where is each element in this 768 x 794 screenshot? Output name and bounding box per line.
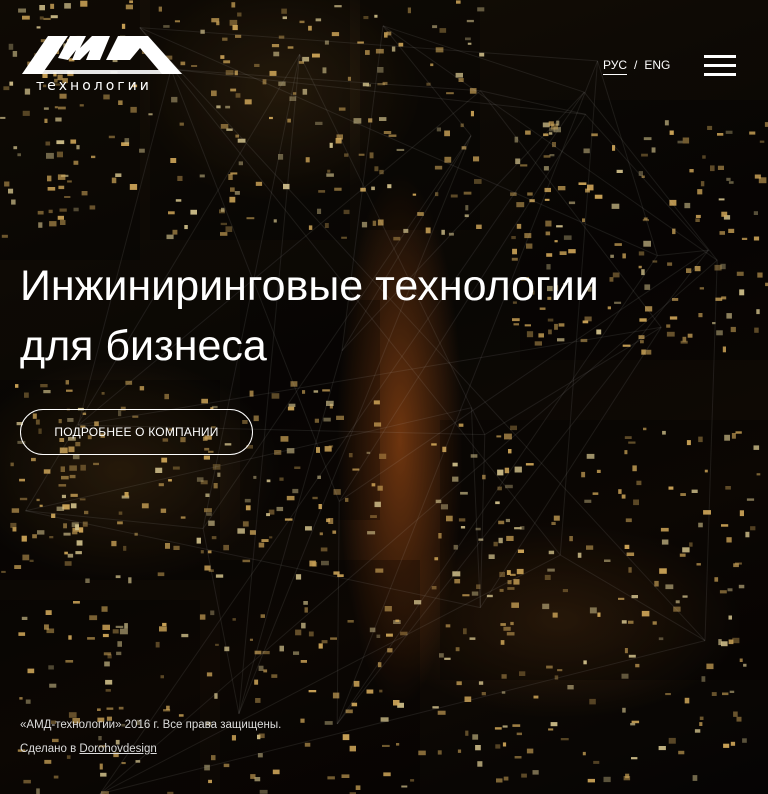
made-by-text: Сделано в Dorohovdesign [20, 741, 281, 765]
about-company-button[interactable]: ПОДРОБНЕЕ О КОМПАНИИ [20, 409, 253, 455]
logo-subtitle: технологии [36, 78, 152, 94]
menu-bar [704, 73, 736, 76]
language-en-link[interactable]: ENG [644, 58, 670, 72]
dorohovdesign-link[interactable]: Dorohovdesign [79, 743, 156, 755]
headline-line-2: для бизнеса [20, 322, 267, 370]
language-ru-link[interactable]: РУС [603, 58, 628, 75]
amd-logo-icon [22, 36, 182, 74]
menu-bar [704, 64, 736, 67]
language-switcher: РУС / ENG [603, 58, 670, 75]
hero-headline: Инжиниринговые технологии для бизнеса [20, 256, 720, 376]
hamburger-menu-icon[interactable] [704, 55, 736, 77]
copyright-text: «АМД-технологии» 2016 г. Все права защищ… [20, 719, 282, 731]
headline-line-1: Инжиниринговые технологии [20, 262, 599, 310]
menu-bar [704, 55, 736, 58]
footer: «АМД-технологии» 2016 г. Все права защищ… [20, 717, 281, 765]
made-by-prefix: Сделано в [20, 743, 77, 755]
hero-background-image [0, 0, 768, 794]
company-logo[interactable]: технологии [22, 34, 184, 98]
hero-overlay [0, 0, 768, 794]
language-separator: / [634, 58, 638, 72]
